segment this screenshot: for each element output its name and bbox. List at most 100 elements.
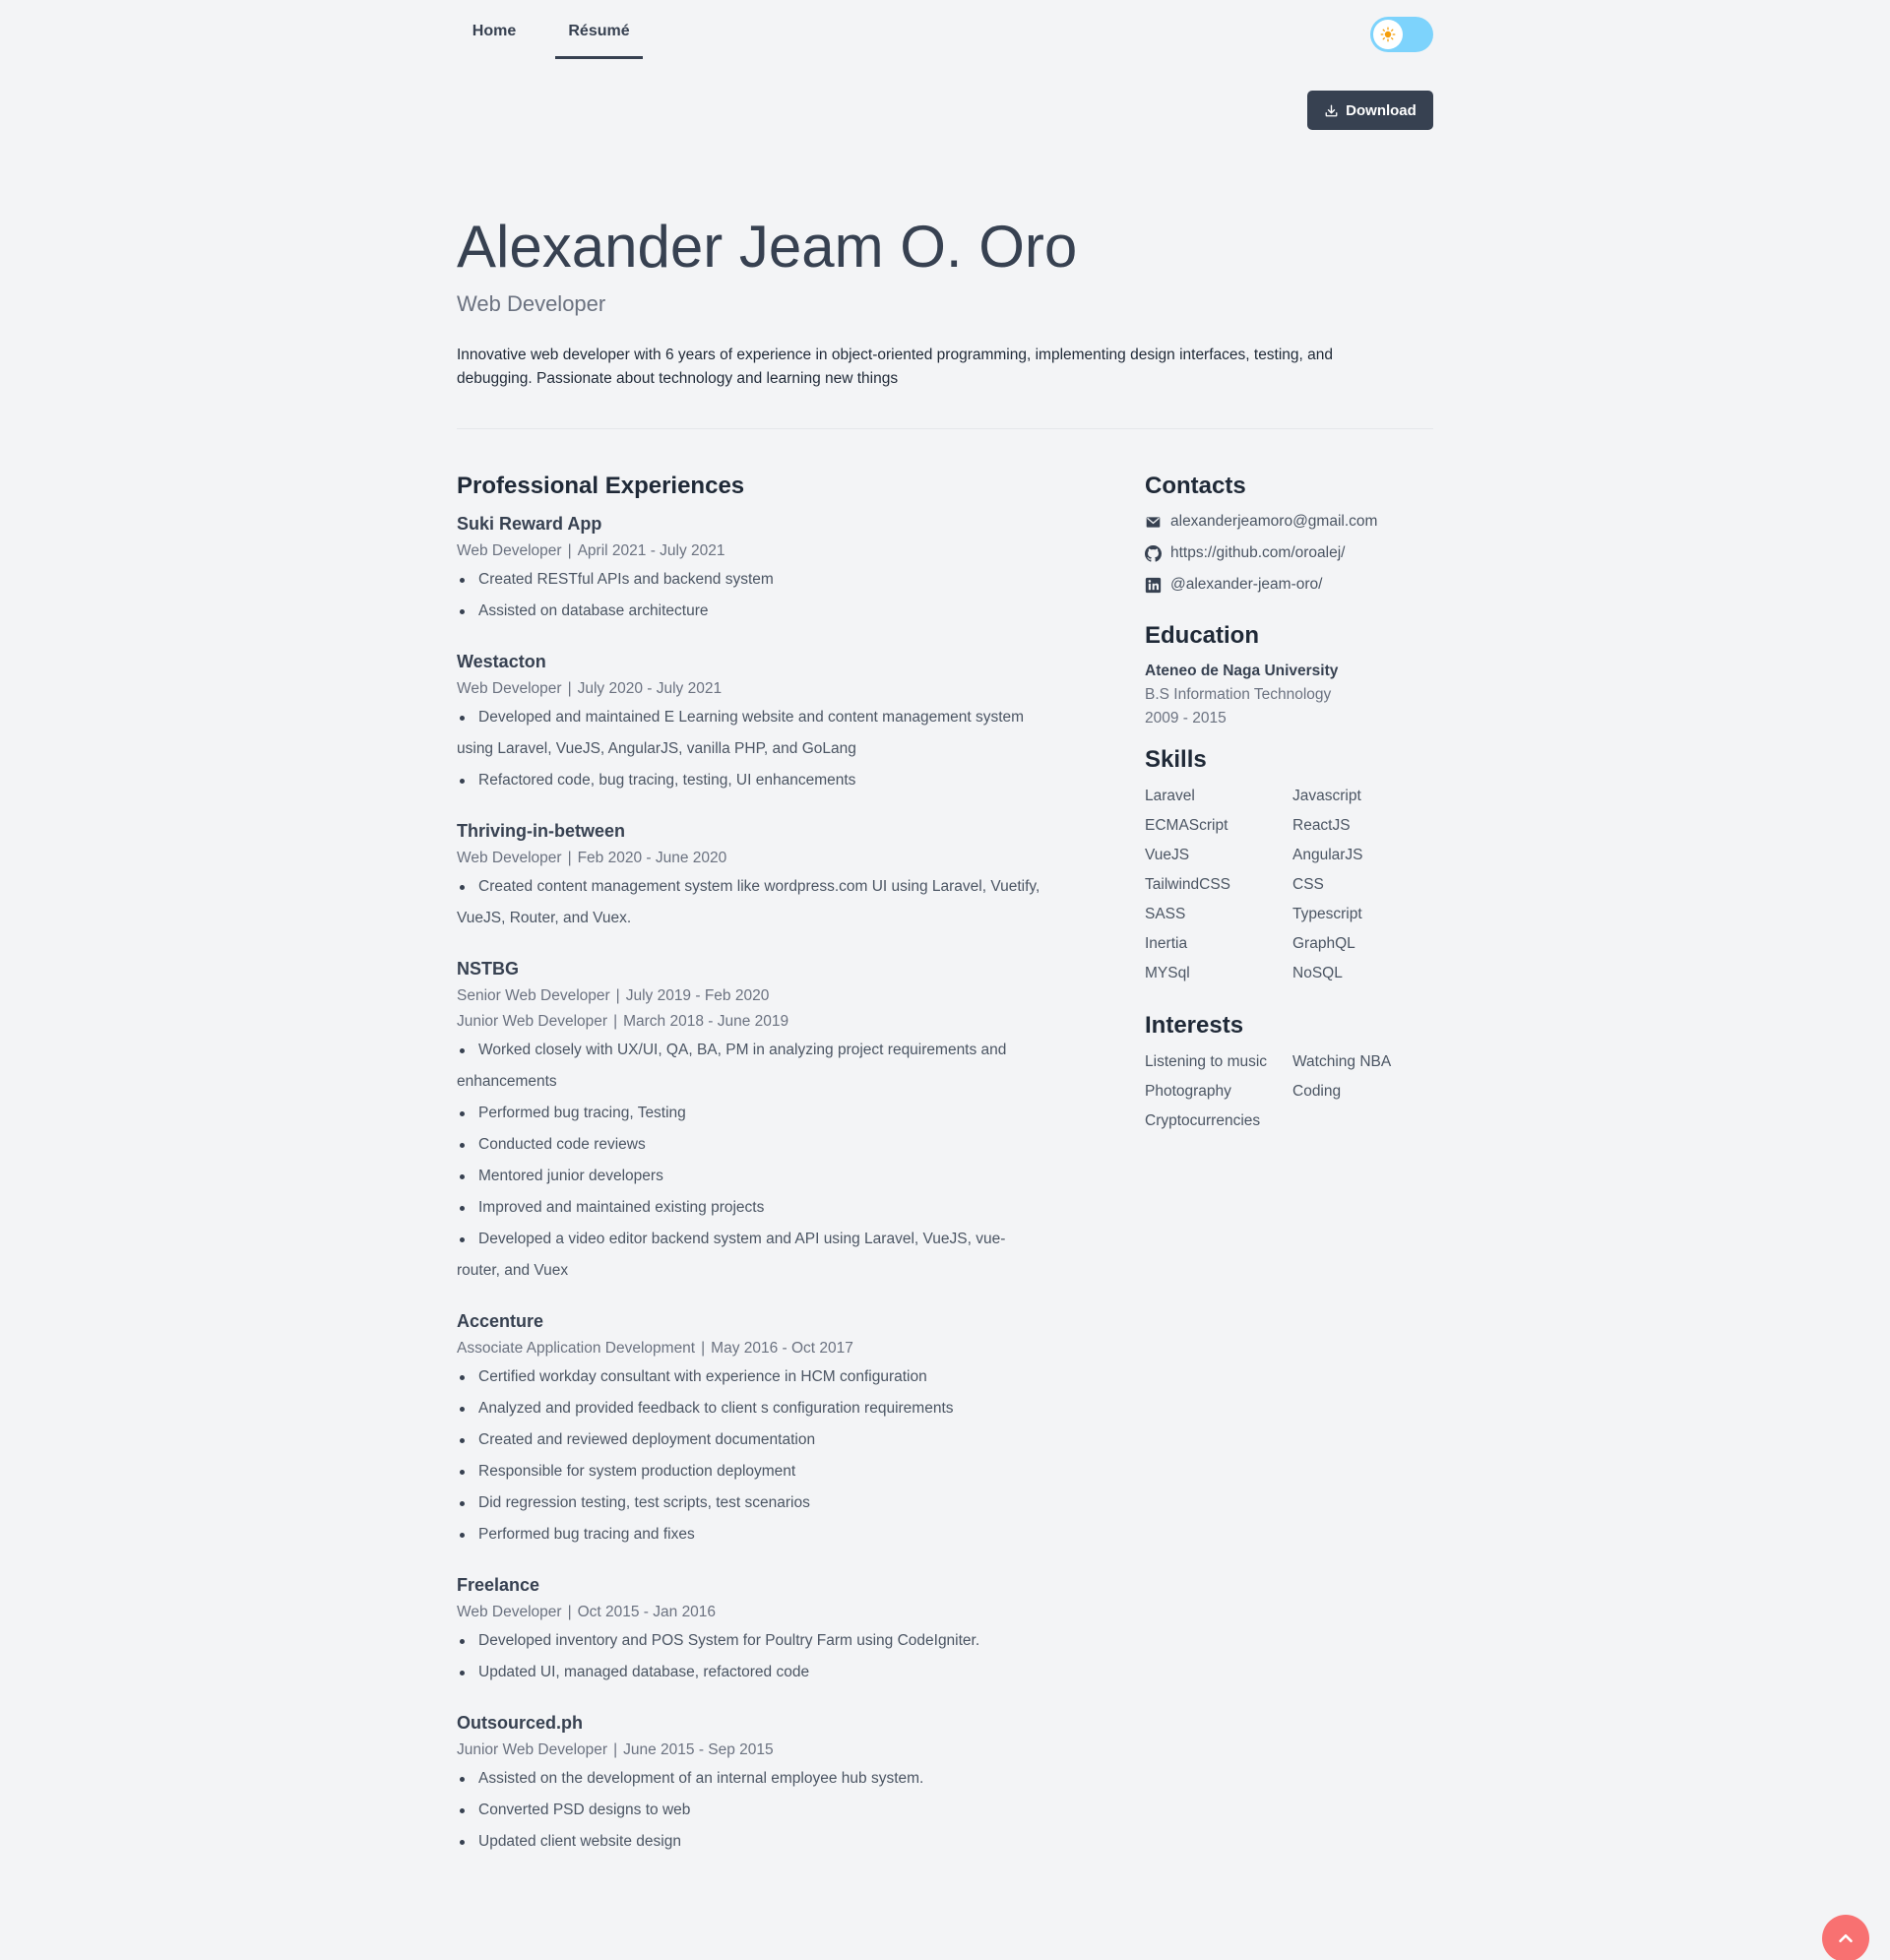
job-bullets: Developed inventory and POS System for P… [457, 1625, 1047, 1688]
job-entry: Suki Reward App Web Developer | April 2021 … [457, 510, 1047, 627]
job-bullets: Created content management system like w… [457, 871, 1047, 934]
job-role-line: Senior Web Developer | July 2019 - Feb 202… [457, 983, 1047, 1009]
skill-item: NoSQL [1292, 965, 1343, 981]
job-title: Senior Web Developer [457, 987, 610, 1004]
education-title: Education [1145, 622, 1260, 649]
list-item: Mentored junior developers [457, 1161, 1047, 1192]
skill-item: Laravel [1145, 788, 1195, 804]
job-entry: NSTBG Senior Web Developer | July 2019 - Fe… [457, 955, 1047, 1287]
contact-github-text: https://github.com/oroalej/ [1170, 544, 1346, 561]
interests-grid: Listening to music Watching NBA Photograph… [1145, 1047, 1440, 1136]
skill-item: AngularJS [1292, 847, 1363, 863]
interest-item: Photography [1145, 1083, 1231, 1100]
theme-toggle[interactable] [1370, 17, 1433, 52]
contact-email-text: alexanderjeamoro@gmail.com [1170, 513, 1378, 530]
skill-item: CSS [1292, 876, 1324, 893]
interest-item: Cryptocurrencies [1145, 1112, 1261, 1129]
profile-name: Alexander Jeam O. Oro [457, 214, 1078, 280]
contacts-title: Contacts [1145, 473, 1246, 499]
interest-item: Listening to music [1145, 1053, 1268, 1070]
job-bullets: Developed and maintained E Learning webs… [457, 702, 1047, 796]
contact-email[interactable]: alexanderjeamoro@gmail.com [1145, 506, 1440, 537]
contact-linkedin[interactable]: @alexander-jeam-oro/ [1145, 569, 1440, 601]
contact-github[interactable]: https://github.com/oroalej/ [1145, 537, 1440, 569]
contact-linkedin-text: @alexander-jeam-oro/ [1170, 576, 1323, 593]
list-item: Certified workday consultant with experi… [457, 1361, 1047, 1393]
download-label: Download [1346, 101, 1417, 119]
role-separator: | [567, 680, 572, 697]
role-separator: | [613, 1013, 618, 1030]
list-item: Updated client website design [457, 1826, 1047, 1858]
education-school: Ateneo de Naga University [1145, 663, 1339, 679]
skill-item: Inertia [1145, 935, 1188, 952]
job-company: Freelance [457, 1575, 540, 1595]
nav-tab-resume[interactable]: Résumé [555, 0, 643, 59]
role-separator: | [567, 850, 572, 866]
job-entry: Outsourced.ph Junior Web Developer | June 2… [457, 1709, 1047, 1858]
role-separator: | [567, 1604, 572, 1620]
list-item: Developed inventory and POS System for P… [457, 1625, 1047, 1657]
job-company: Westacton [457, 652, 546, 671]
role-separator: | [615, 987, 620, 1004]
job-role-line: Junior Web Developer | March 2018 - June 2… [457, 1009, 1047, 1035]
mail-icon [1146, 516, 1161, 528]
skill-item: Typescript [1292, 906, 1362, 922]
section-divider [457, 428, 1433, 429]
list-item: Responsible for system production deploy… [457, 1456, 1047, 1487]
job-title: Web Developer [457, 850, 562, 866]
chevron-up-icon [1839, 1933, 1853, 1943]
job-bullets: Assisted on the development of an intern… [457, 1763, 1047, 1858]
job-period: Feb 2020 - June 2020 [577, 850, 727, 866]
job-period: June 2015 - Sep 2015 [623, 1741, 774, 1758]
skill-item: SASS [1145, 906, 1186, 922]
skill-item: TailwindCSS [1145, 876, 1231, 893]
skill-item: Javascript [1292, 788, 1361, 804]
list-item: Created content management system like w… [457, 871, 1047, 934]
job-entry: Westacton Web Developer | July 2020 - July … [457, 648, 1047, 796]
job-role-line: Web Developer | July 2020 - July 2021 [457, 676, 1047, 702]
interests-title: Interests [1145, 1012, 1244, 1039]
nav-tab-home[interactable]: Home [457, 0, 532, 59]
job-title: Web Developer [457, 1604, 562, 1620]
list-item: Assisted on the development of an intern… [457, 1763, 1047, 1795]
job-entry: Freelance Web Developer | Oct 2015 - Jan 20… [457, 1571, 1047, 1688]
list-item: Worked closely with UX/UI, QA, BA, PM in… [457, 1035, 1047, 1098]
download-button[interactable]: Download [1307, 91, 1433, 130]
skills-title: Skills [1145, 746, 1207, 773]
list-item: Converted PSD designs to web [457, 1795, 1047, 1826]
skill-item: VueJS [1145, 847, 1190, 863]
interest-item: Coding [1292, 1083, 1342, 1100]
list-item: Improved and maintained existing project… [457, 1192, 1047, 1224]
job-title: Associate Application Development [457, 1340, 696, 1357]
role-separator: | [567, 542, 572, 559]
list-item: Updated UI, managed database, refactored… [457, 1657, 1047, 1688]
linkedin-icon [1145, 577, 1162, 593]
job-list: Suki Reward App Web Developer | April 2021 … [457, 510, 1047, 1858]
list-item: Did regression testing, test scripts, te… [457, 1487, 1047, 1519]
list-item: Performed bug tracing, Testing [457, 1098, 1047, 1129]
job-company: NSTBG [457, 959, 519, 979]
experience-title: Professional Experiences [457, 473, 745, 499]
education-degree: B.S Information Technology [1145, 686, 1332, 703]
sun-icon [1373, 20, 1403, 49]
job-company: Thriving-in-between [457, 821, 625, 841]
job-period: March 2018 - June 2019 [623, 1013, 789, 1030]
download-icon [1325, 104, 1338, 116]
job-role-line: Web Developer | April 2021 - July 2021 [457, 538, 1047, 564]
skills-grid: Laravel Javascript ECMAScript ReactJS VueJS A… [1145, 782, 1440, 988]
scroll-to-top-button[interactable] [1822, 1915, 1869, 1960]
list-item: Developed a video editor backend system … [457, 1224, 1047, 1287]
job-role-line: Junior Web Developer | June 2015 - Sep 201… [457, 1738, 1047, 1763]
job-entry: Accenture Associate Application Developme… [457, 1307, 1047, 1550]
skill-item: ECMAScript [1145, 817, 1228, 834]
list-item: Assisted on database architecture [457, 596, 1047, 627]
job-bullets: Worked closely with UX/UI, QA, BA, PM in… [457, 1035, 1047, 1287]
job-title: Web Developer [457, 680, 562, 697]
role-separator: | [701, 1340, 706, 1357]
list-item: Refactored code, bug tracing, testing, U… [457, 765, 1047, 796]
skill-item: MYSql [1145, 965, 1190, 981]
job-bullets: Created RESTful APIs and backend system A… [457, 564, 1047, 627]
role-separator: | [613, 1741, 618, 1758]
experience-section: Professional Experiences Suki Reward App… [457, 471, 1047, 1878]
